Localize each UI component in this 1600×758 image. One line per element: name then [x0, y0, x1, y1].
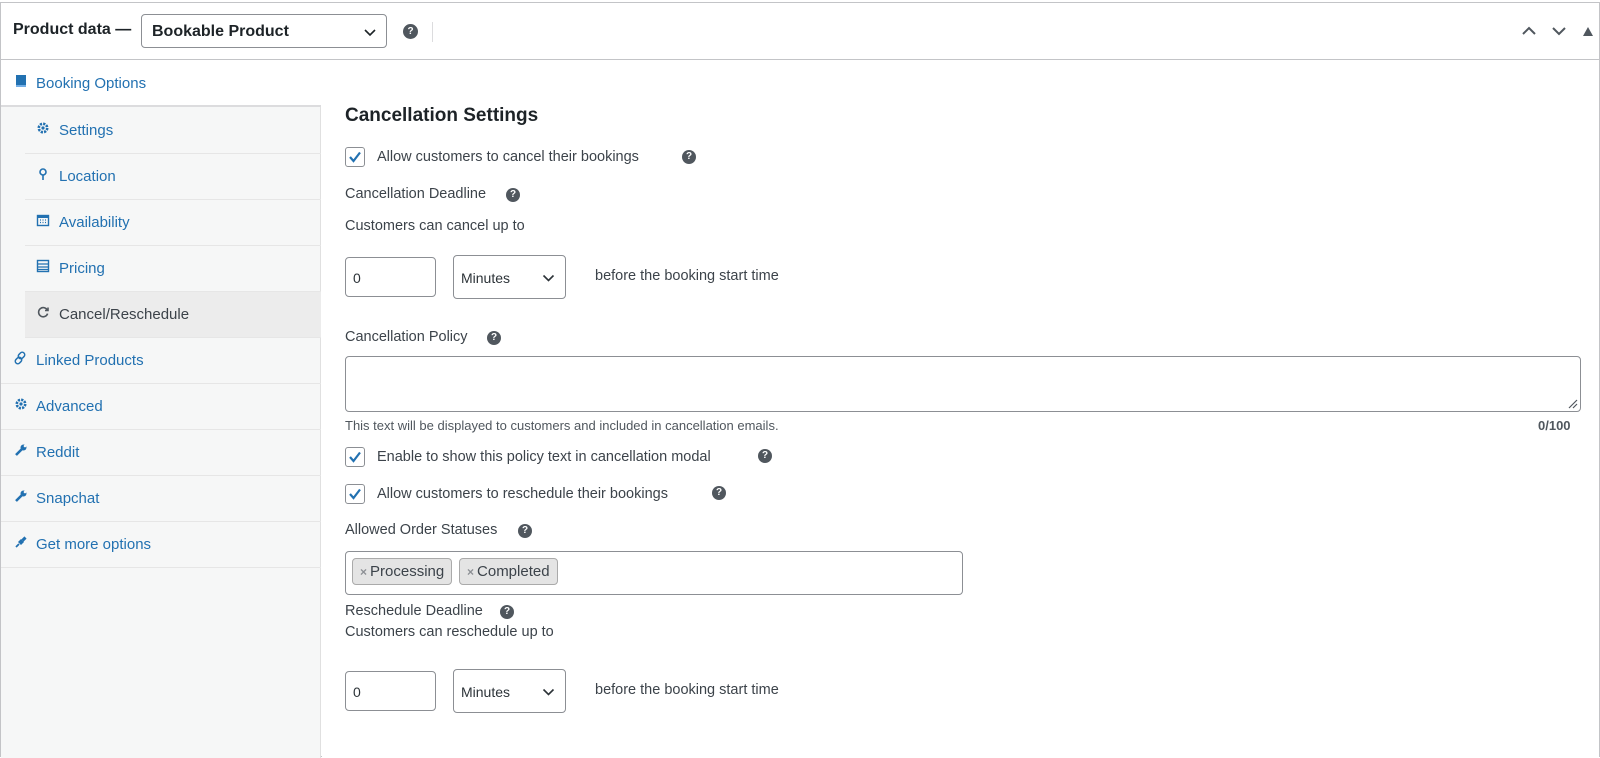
tab-label: Reddit [36, 444, 80, 461]
panel-header: Product data — Bookable Product ? [1, 3, 1599, 60]
show-policy-checkbox[interactable] [345, 447, 365, 467]
wrench-icon [15, 490, 27, 502]
reschedule-deadline-input[interactable]: 0 [345, 671, 436, 711]
remove-tag-icon[interactable]: × [360, 565, 367, 579]
link-icon [14, 351, 26, 365]
cancellation-policy-textarea[interactable] [345, 356, 1581, 412]
status-tag-processing: × Processing [352, 558, 453, 585]
header-divider [432, 22, 433, 42]
plugin-icon [15, 536, 27, 548]
checkmark-icon [349, 451, 361, 463]
reschedule-unit-value: Minutes [461, 684, 511, 700]
tab-label: Availability [59, 214, 130, 231]
tab-reddit[interactable]: Reddit [1, 430, 321, 476]
calendar-icon [36, 214, 50, 227]
product-data-panel: Product data — Bookable Product ? Bookin… [0, 2, 1600, 758]
tab-linked-products[interactable]: Linked Products [1, 338, 321, 384]
tab-label: Booking Options [36, 75, 147, 92]
tab-get-more-options[interactable]: Get more options [1, 522, 321, 568]
cancellation-panel: Cancellation Settings Allow customers to… [322, 61, 1599, 758]
tab-booking-options[interactable]: Booking Options [1, 61, 321, 107]
checkmark-icon [349, 151, 361, 163]
cancel-deadline-value: 0 [353, 270, 361, 286]
status-tag-label: Completed [477, 563, 550, 580]
collapse-arrow-icon[interactable] [1583, 27, 1593, 36]
cancel-unit-select[interactable]: Minutes [453, 255, 566, 299]
product-type-select[interactable]: Bookable Product [141, 14, 387, 48]
help-icon[interactable]: ? [712, 486, 726, 500]
allow-reschedule-checkbox[interactable] [345, 484, 365, 504]
chevron-down-icon [542, 688, 555, 696]
help-icon[interactable]: ? [758, 449, 772, 463]
tab-cancel-reschedule[interactable]: Cancel/Reschedule [25, 292, 321, 338]
cancel-unit-value: Minutes [461, 270, 511, 286]
refresh-icon [37, 306, 49, 318]
help-icon[interactable]: ? [487, 331, 501, 345]
tab-label: Snapchat [36, 490, 100, 507]
tab-location[interactable]: Location [25, 154, 321, 200]
reschedule-deadline-value: 0 [353, 684, 361, 700]
tab-label: Settings [59, 122, 114, 139]
chevron-down-icon [364, 29, 376, 37]
resize-handle-icon[interactable] [1568, 399, 1578, 409]
section-title: Cancellation Settings [345, 105, 539, 126]
remove-tag-icon[interactable]: × [467, 565, 474, 579]
cancel-deadline-input[interactable]: 0 [345, 257, 436, 297]
help-icon[interactable]: ? [500, 605, 514, 619]
tab-label: Linked Products [36, 352, 144, 369]
tab-availability[interactable]: Availability [25, 200, 321, 246]
cancellation-policy-label: Cancellation Policy [345, 329, 468, 345]
reschedule-deadline-label: Reschedule Deadline [345, 603, 483, 619]
tab-label: Get more options [36, 536, 152, 553]
help-icon[interactable]: ? [682, 150, 696, 164]
chevron-down-icon [542, 274, 555, 282]
policy-help-text: This text will be displayed to customers… [345, 418, 779, 433]
status-tag-label: Processing [370, 563, 445, 580]
help-icon[interactable]: ? [506, 188, 520, 202]
tab-label: Advanced [36, 398, 103, 415]
tab-settings[interactable]: Settings [25, 108, 321, 154]
checkmark-icon [349, 488, 361, 500]
panel-title: Product data — [13, 21, 132, 38]
before-start-text: before the booking start time [595, 268, 779, 284]
tab-pricing[interactable]: Pricing [25, 246, 321, 292]
allowed-statuses-label: Allowed Order Statuses [345, 522, 498, 538]
gear-icon [37, 122, 49, 134]
chevron-up-icon[interactable] [1521, 25, 1537, 37]
tab-label: Pricing [59, 260, 105, 277]
tab-label: Location [59, 168, 116, 185]
show-policy-label: Enable to show this policy text in cance… [377, 449, 711, 465]
allow-cancel-checkbox[interactable] [345, 147, 365, 167]
reschedule-before-text: before the booking start time [595, 682, 779, 698]
gear-icon [15, 398, 27, 410]
reschedule-up-to-text: Customers can reschedule up to [345, 624, 554, 640]
status-tag-completed: × Completed [459, 558, 558, 585]
allow-reschedule-label: Allow customers to reschedule their book… [377, 486, 668, 502]
order-status-multiselect[interactable]: × Processing × Completed [345, 551, 963, 595]
reschedule-unit-select[interactable]: Minutes [453, 669, 566, 713]
help-icon[interactable]: ? [403, 24, 418, 39]
product-type-value: Bookable Product [152, 23, 289, 40]
wrench-icon [15, 444, 27, 456]
help-icon[interactable]: ? [518, 524, 532, 538]
cancel-up-to-text: Customers can cancel up to [345, 218, 525, 234]
policy-char-counter: 0/100 [1538, 418, 1571, 433]
book-icon [16, 75, 26, 87]
chevron-down-icon[interactable] [1551, 25, 1567, 37]
list-icon [36, 259, 50, 273]
allow-cancel-label: Allow customers to cancel their bookings [377, 149, 639, 165]
product-data-tabs: Booking Options Settings Location Availa… [1, 61, 321, 758]
tab-label: Cancel/Reschedule [59, 306, 190, 323]
cancellation-deadline-label: Cancellation Deadline [345, 186, 487, 202]
location-pin-icon [39, 168, 47, 180]
tab-snapchat[interactable]: Snapchat [1, 476, 321, 522]
tab-advanced[interactable]: Advanced [1, 384, 321, 430]
